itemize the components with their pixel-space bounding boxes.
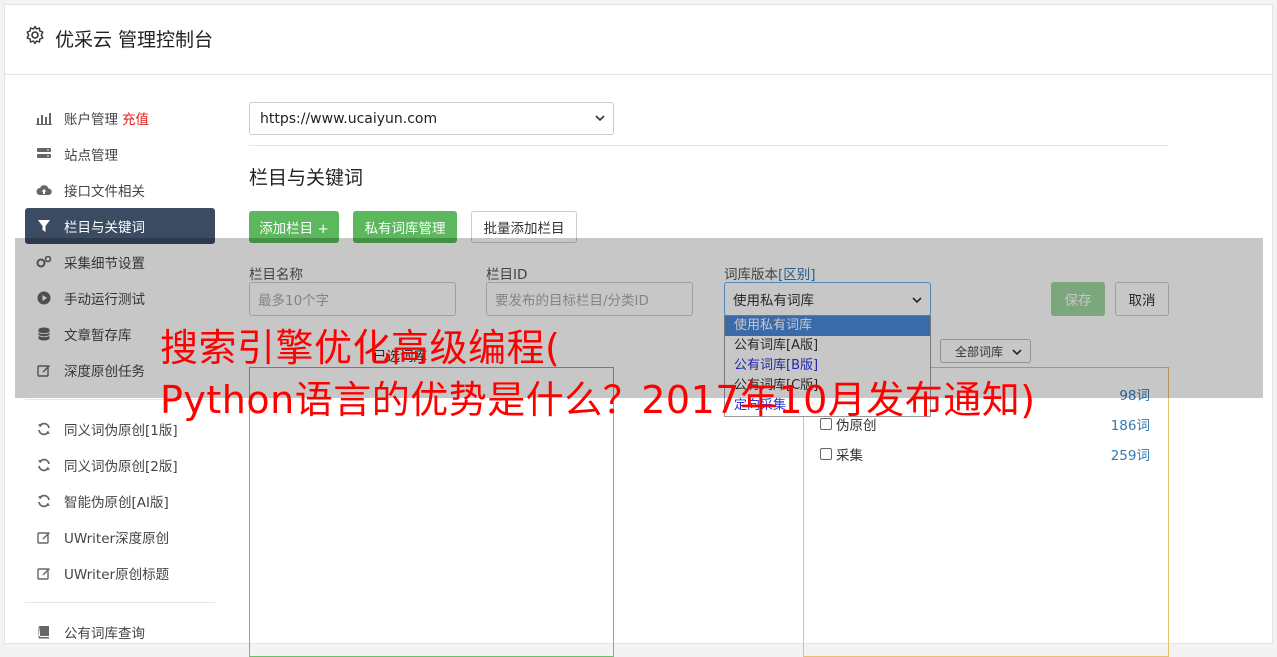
sidebar-divider: [25, 602, 215, 603]
sidebar-item-account[interactable]: 账户管理 充值: [25, 100, 215, 136]
filter-icon: [36, 218, 52, 234]
gear-icon: [26, 25, 44, 45]
sidebar-item-uwriter-deep[interactable]: UWriter深度原创: [25, 519, 215, 555]
recharge-link[interactable]: 充值: [122, 108, 149, 128]
library-count: 259词: [1110, 448, 1150, 464]
sidebar-item-synonym-v2[interactable]: 同义词伪原创[2版]: [25, 447, 215, 483]
sidebar-item-label: 站点管理: [64, 148, 118, 164]
site-select-value: https://www.ucaiyun.com: [260, 110, 438, 127]
sidebar-item-uwriter-title[interactable]: UWriter原创标题: [25, 555, 215, 591]
sidebar-item-sites[interactable]: 站点管理: [25, 136, 215, 172]
sidebar-item-api-files[interactable]: 接口文件相关: [25, 172, 215, 208]
sidebar-item-public-lib-query[interactable]: 公有词库查询: [25, 614, 215, 650]
edit-icon: [36, 565, 52, 581]
server-icon: [36, 146, 52, 162]
page-title: 优采云 管理控制台: [55, 29, 214, 51]
sidebar-item-label: 栏目与关键词: [64, 220, 145, 236]
edit-icon: [36, 529, 52, 545]
sidebar-item-label: 公有词库查询: [64, 626, 145, 642]
cloud-upload-icon: [36, 182, 52, 198]
section-title: 栏目与关键词: [249, 167, 364, 189]
sidebar-item-label: 账户管理: [64, 112, 118, 128]
bar-chart-icon: [36, 110, 52, 126]
watermark-line-2: Python语言的优势是什么？2017年10月发布通知): [160, 378, 1036, 422]
sidebar-item-ai-rewrite[interactable]: 智能伪原创[AI版]: [25, 483, 215, 519]
refresh-icon: [36, 421, 52, 437]
refresh-icon: [36, 457, 52, 473]
sidebar-item-label: UWriter深度原创: [64, 531, 170, 547]
divider: [249, 145, 1169, 146]
library-name: 采集: [836, 448, 863, 464]
library-count: 186词: [1110, 418, 1150, 434]
list-item[interactable]: 采集 259词: [820, 444, 1150, 464]
sidebar-item-label: 同义词伪原创[2版]: [64, 459, 178, 475]
site-select[interactable]: https://www.ucaiyun.com: [249, 102, 614, 135]
chevron-down-icon: [595, 115, 605, 122]
watermark-text: 搜索引擎优化高级编程( Python语言的优势是什么？2017年10月发布通知): [160, 322, 1036, 426]
page-header: 优采云 管理控制台: [5, 5, 1272, 75]
checkbox[interactable]: [820, 448, 832, 460]
watermark-line-1: 搜索引擎优化高级编程(: [160, 326, 561, 370]
book-icon: [36, 624, 52, 640]
sidebar-item-label: UWriter原创标题: [64, 567, 170, 583]
sidebar-item-label: 智能伪原创[AI版]: [64, 495, 169, 511]
sidebar-item-label: 接口文件相关: [64, 184, 145, 200]
refresh-icon: [36, 493, 52, 509]
